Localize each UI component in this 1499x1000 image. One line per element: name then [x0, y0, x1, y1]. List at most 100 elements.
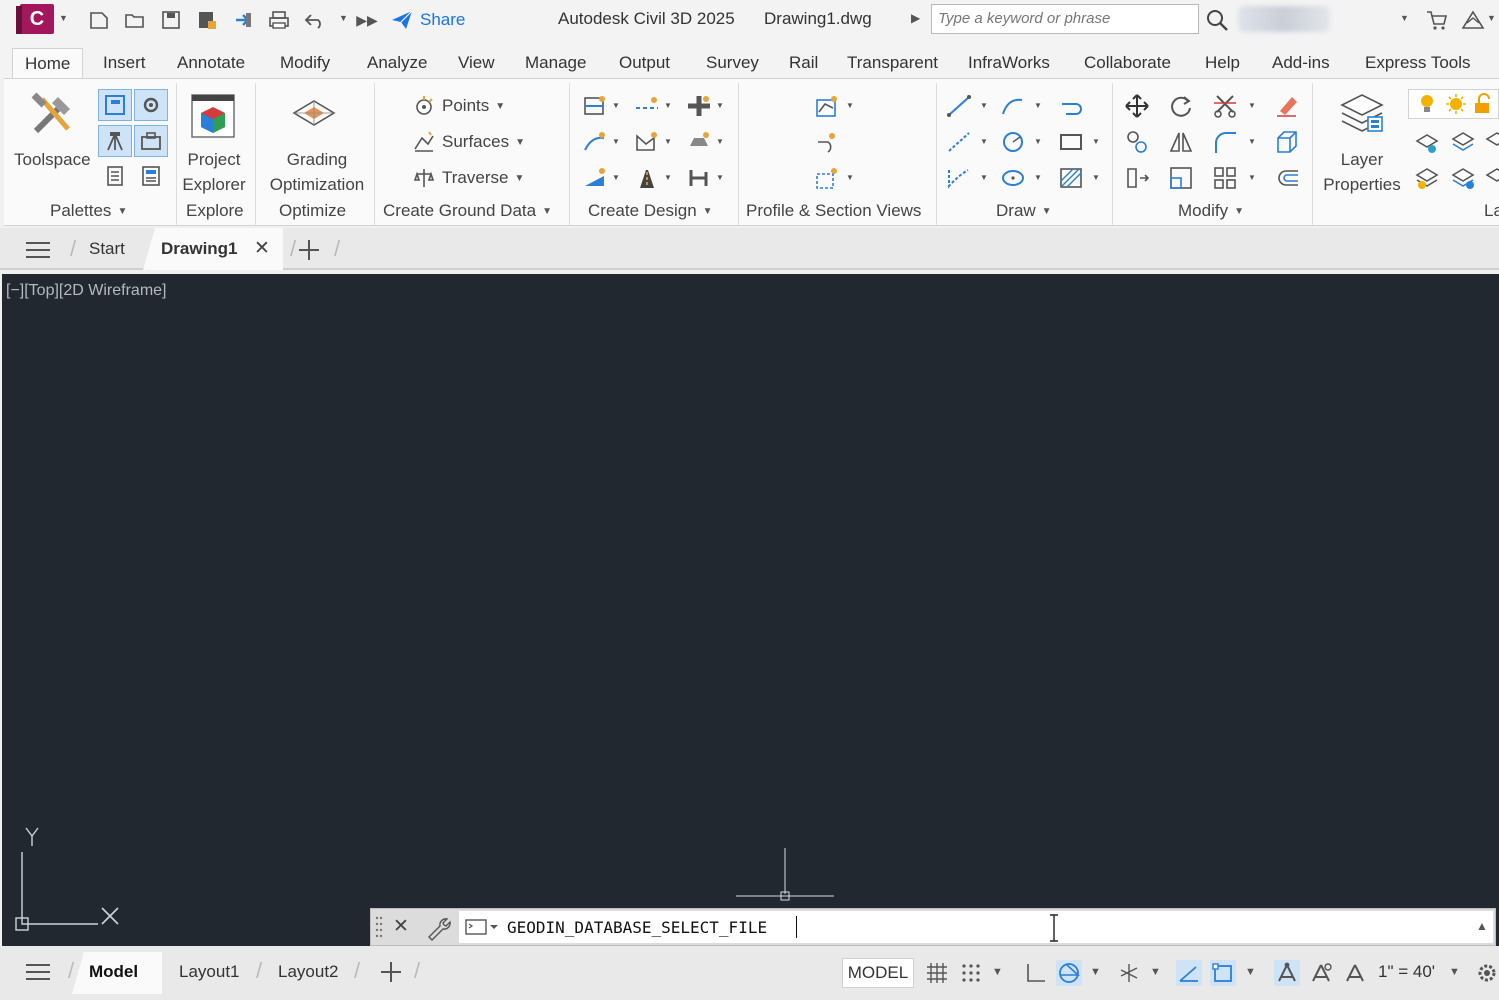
tab-modify[interactable]: Modify: [280, 48, 330, 78]
pipe-network-dropdown-icon[interactable]: ▼: [716, 173, 724, 182]
tab-view[interactable]: View: [458, 48, 495, 78]
ellipse-dropdown-icon[interactable]: ▼: [1034, 173, 1042, 182]
scale-icon[interactable]: [1168, 165, 1194, 191]
spline-fit-icon[interactable]: [946, 165, 972, 191]
tab-annotate[interactable]: Annotate: [177, 48, 245, 78]
project-explorer-label[interactable]: Project Explorer: [182, 147, 246, 197]
spline-dropdown-icon[interactable]: ▼: [980, 173, 988, 182]
settings-gear-icon[interactable]: [134, 89, 168, 121]
array-dropdown-icon[interactable]: ▼: [1248, 173, 1256, 182]
properties-grid-icon[interactable]: [102, 163, 128, 189]
osnap-dropdown-icon[interactable]: ▼: [1245, 966, 1256, 978]
spline-icon[interactable]: [1058, 93, 1084, 119]
tab-survey[interactable]: Survey: [706, 48, 759, 78]
feature-line-icon[interactable]: [634, 93, 660, 119]
layer-freeze-icon[interactable]: [1450, 165, 1476, 191]
drawing-canvas[interactable]: [−][Top][2D Wireframe]: [2, 274, 1499, 946]
rotate-icon[interactable]: [1168, 93, 1194, 119]
hatch-icon[interactable]: [1058, 165, 1084, 191]
new-file-icon[interactable]: [87, 8, 111, 32]
profile-dropdown-icon[interactable]: ▼: [664, 137, 672, 146]
move-icon[interactable]: [1124, 93, 1150, 119]
grading-optimization-label[interactable]: Grading Optimization: [262, 147, 372, 197]
line-dropdown-icon[interactable]: ▼: [980, 101, 988, 110]
tab-model[interactable]: Model: [89, 962, 138, 982]
tab-layout1[interactable]: Layout1: [179, 962, 240, 982]
grading-icon[interactable]: [582, 165, 608, 191]
snap-dropdown-icon[interactable]: ▼: [992, 966, 1003, 978]
grip-handle-icon[interactable]: [375, 915, 383, 946]
auto-scale-icon[interactable]: [1308, 960, 1334, 986]
expand-search-icon[interactable]: ▶: [911, 11, 920, 25]
layers-panel-title[interactable]: La: [1484, 201, 1499, 221]
toolspace-label[interactable]: Toolspace: [14, 147, 91, 172]
trim-icon[interactable]: [1212, 93, 1238, 119]
section-view-dropdown-icon[interactable]: ▼: [846, 173, 854, 182]
save-as-icon[interactable]: [195, 8, 219, 32]
snap-mode-icon[interactable]: [958, 960, 984, 986]
corridor-dropdown-icon[interactable]: ▼: [664, 173, 672, 182]
close-command-line-icon[interactable]: ✕: [393, 915, 409, 938]
survey-tripod-icon[interactable]: [98, 125, 132, 157]
tab-drawing1[interactable]: Drawing1: [161, 239, 238, 259]
profile-view-dropdown-icon[interactable]: ▼: [846, 101, 854, 110]
toolbox-icon[interactable]: [134, 125, 168, 157]
intersection-dropdown-icon[interactable]: ▼: [716, 101, 724, 110]
tab-start[interactable]: Start: [89, 239, 125, 259]
layer-match-icon[interactable]: [1414, 129, 1440, 155]
corridor-icon[interactable]: [634, 165, 660, 191]
grading-optimization-icon[interactable]: [290, 97, 338, 133]
fillet-dropdown-icon[interactable]: ▼: [1248, 137, 1256, 146]
design-center-icon[interactable]: [138, 163, 164, 189]
parcel-dropdown-icon[interactable]: ▼: [612, 101, 620, 110]
workspace-gear-icon[interactable]: [1474, 960, 1499, 986]
feature-line-dropdown-icon[interactable]: ▼: [664, 101, 672, 110]
modify-panel-title[interactable]: Modify ▼: [1178, 201, 1244, 221]
polar-tracking-icon[interactable]: [1056, 960, 1082, 986]
undo-icon[interactable]: [303, 8, 327, 32]
rectangle-icon[interactable]: [1058, 129, 1084, 155]
share-button[interactable]: Share: [390, 8, 465, 32]
scale-dropdown-icon[interactable]: ▼: [1449, 966, 1460, 978]
isometric-drafting-icon[interactable]: [1116, 960, 1142, 986]
draw-panel-title[interactable]: Draw ▼: [996, 201, 1052, 221]
ortho-mode-icon[interactable]: [1022, 960, 1048, 986]
copy-icon[interactable]: [1124, 129, 1150, 155]
tab-express-tools[interactable]: Express Tools: [1365, 48, 1471, 78]
open-folder-icon[interactable]: [123, 8, 147, 32]
search-icon[interactable]: [1205, 8, 1229, 32]
new-tab-icon[interactable]: [298, 239, 320, 266]
layer-previous-icon[interactable]: [1450, 129, 1476, 155]
app-menu-button[interactable]: C: [16, 4, 54, 34]
save-icon[interactable]: [159, 8, 183, 32]
annotation-scale-value[interactable]: 1" = 40': [1378, 962, 1435, 982]
cart-icon[interactable]: [1425, 8, 1449, 32]
assembly-icon[interactable]: [686, 129, 712, 155]
section-view-icon[interactable]: [814, 165, 840, 191]
hatch-dropdown-icon[interactable]: ▼: [1092, 173, 1100, 182]
iso-dropdown-icon[interactable]: ▼: [1150, 966, 1161, 978]
user-account-area[interactable]: [1238, 6, 1330, 32]
intersection-icon[interactable]: [686, 93, 712, 119]
construction-line-icon[interactable]: [946, 129, 972, 155]
layer-state-icon[interactable]: [1484, 129, 1499, 155]
layer-isolate-icon[interactable]: [1414, 165, 1440, 191]
layer-off-icon[interactable]: [1484, 165, 1499, 191]
tab-analyze[interactable]: Analyze: [367, 48, 427, 78]
command-input[interactable]: GEODIN_DATABASE_SELECT_FILE ▲: [459, 911, 1493, 943]
tab-manage[interactable]: Manage: [525, 48, 586, 78]
create-ground-data-panel-title[interactable]: Create Ground Data ▼: [383, 201, 552, 221]
polyline-dropdown-icon[interactable]: ▼: [1034, 101, 1042, 110]
annotation-visibility-icon[interactable]: [1274, 960, 1300, 986]
command-history-icon[interactable]: ▲: [1476, 919, 1488, 933]
tab-infraworks[interactable]: InfraWorks: [968, 48, 1050, 78]
parcel-icon[interactable]: [582, 93, 608, 119]
layer-dropdown[interactable]: [1408, 89, 1499, 119]
trim-dropdown-icon[interactable]: ▼: [1248, 101, 1256, 110]
create-design-panel-title[interactable]: Create Design ▼: [588, 201, 713, 221]
array-icon[interactable]: [1212, 165, 1238, 191]
mirror-icon[interactable]: [1168, 129, 1194, 155]
sample-lines-icon[interactable]: [814, 129, 840, 155]
object-snap-icon[interactable]: [1210, 960, 1236, 986]
command-prompt-icon[interactable]: [465, 918, 499, 941]
